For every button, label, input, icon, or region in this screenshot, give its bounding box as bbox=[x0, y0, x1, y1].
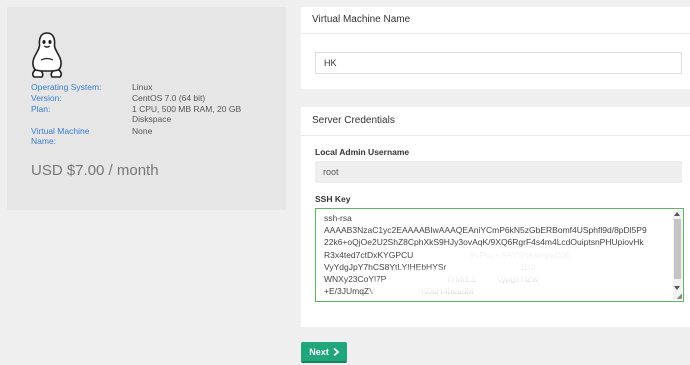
vm-name-input[interactable]: HK bbox=[315, 52, 682, 74]
spec-value-vm-name: None bbox=[132, 126, 153, 136]
ssh-key-label: SSH Key bbox=[315, 194, 351, 204]
scroll-thumb[interactable] bbox=[674, 219, 681, 279]
spec-label-os: Operating System: bbox=[31, 82, 102, 92]
spec-label-plan: Plan: bbox=[31, 104, 51, 114]
next-button[interactable]: Next bbox=[301, 342, 347, 363]
next-button-label: Next bbox=[309, 346, 329, 357]
linux-tux-icon bbox=[31, 32, 63, 78]
spec-value-os: Linux bbox=[132, 82, 153, 92]
resize-grip-icon[interactable]: ◢ bbox=[677, 293, 682, 300]
credentials-card-title: Server Credentials bbox=[301, 107, 690, 136]
ssh-key-scrollbar[interactable] bbox=[673, 210, 682, 300]
spec-label-version: Version: bbox=[31, 93, 62, 103]
scroll-down-icon[interactable] bbox=[674, 286, 680, 290]
spec-label-vm-name: Virtual Machine Name: bbox=[31, 126, 90, 146]
chevron-right-icon bbox=[333, 347, 339, 356]
spec-value-version: CentOS 7.0 (64 bit) bbox=[132, 93, 206, 103]
spec-value-plan: 1 CPU, 500 MB RAM, 20 GB Diskspace bbox=[132, 104, 242, 124]
redaction-overlay bbox=[371, 282, 561, 295]
username-field[interactable]: root bbox=[315, 161, 682, 183]
vm-summary-panel: Operating System: Linux Version: CentOS … bbox=[7, 7, 286, 210]
username-label: Local Admin Username bbox=[315, 147, 410, 157]
server-credentials-card: Server Credentials Local Admin Username … bbox=[301, 107, 690, 327]
monthly-price: USD $7.00 / month bbox=[31, 162, 159, 179]
vm-name-card-title: Virtual Machine Name bbox=[301, 7, 690, 34]
vm-name-card: Virtual Machine Name HK bbox=[301, 7, 690, 89]
scroll-up-icon[interactable] bbox=[674, 212, 680, 216]
ssh-key-textarea[interactable]: ssh-rsa AAAAB3NzaC1yc2EAAAABIwAAAQEAniYC… bbox=[315, 208, 684, 302]
